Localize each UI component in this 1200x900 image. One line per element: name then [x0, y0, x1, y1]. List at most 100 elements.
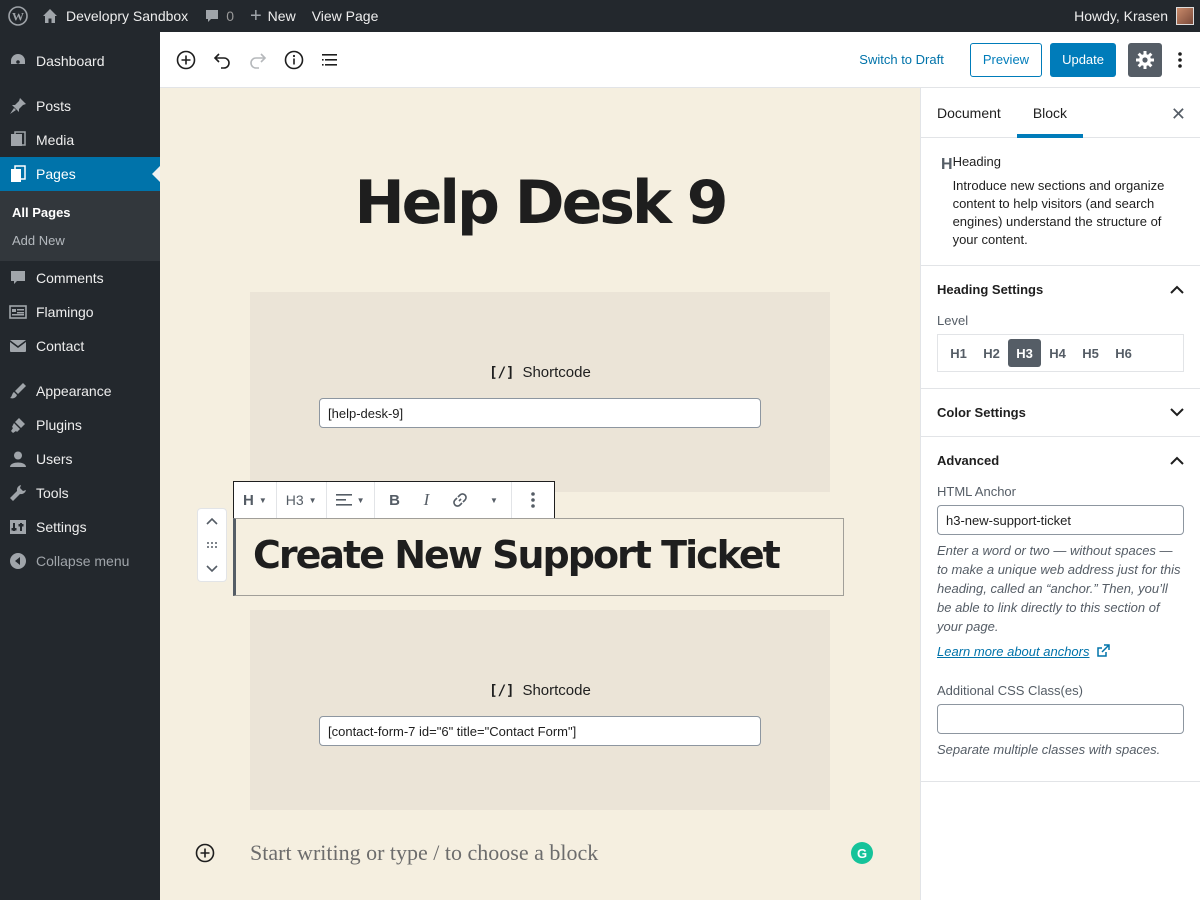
sidebar-item-posts[interactable]: Posts [0, 89, 160, 123]
html-anchor-help: Enter a word or two — without spaces — t… [937, 543, 1181, 634]
sidebar-item-label: Settings [36, 519, 87, 535]
tab-document[interactable]: Document [921, 88, 1017, 138]
level-h2-button[interactable]: H2 [975, 339, 1008, 367]
sidebar-item-users[interactable]: Users [0, 442, 160, 476]
italic-button[interactable]: I [411, 482, 443, 518]
wordpress-logo-icon[interactable]: W [2, 0, 34, 32]
more-tools-button[interactable] [1168, 43, 1192, 77]
chevron-down-icon [1170, 408, 1184, 417]
sidebar-item-comments[interactable]: Comments [0, 261, 160, 295]
block-navigation-button[interactable] [312, 42, 348, 78]
sidebar-item-label: Comments [36, 270, 104, 286]
advanced-toggle[interactable]: Advanced [921, 437, 1200, 484]
shortcode-block[interactable]: [/] Shortcode [help-desk-9] [250, 292, 830, 492]
chevron-down-icon[interactable] [206, 565, 218, 573]
comments-link[interactable]: 0 [196, 0, 242, 32]
submenu-all-pages[interactable]: All Pages [0, 198, 160, 226]
grammarly-icon[interactable]: G [851, 842, 873, 864]
inserter-button[interactable] [195, 843, 215, 863]
more-formats-button[interactable]: ▼ [477, 482, 507, 518]
color-settings-toggle[interactable]: Color Settings [921, 389, 1200, 436]
view-page-label: View Page [311, 8, 379, 24]
level-h6-button[interactable]: H6 [1107, 339, 1140, 367]
css-class-input[interactable] [937, 704, 1184, 734]
comment-icon [8, 268, 28, 288]
content-info-button[interactable] [276, 42, 312, 78]
sidebar-item-label: Pages [36, 166, 76, 182]
external-link-icon [1097, 644, 1110, 657]
sidebar-item-tools[interactable]: Tools [0, 476, 160, 510]
redo-button[interactable] [240, 42, 276, 78]
chevron-up-icon[interactable] [206, 517, 218, 525]
settings-toggle-button[interactable] [1128, 42, 1162, 77]
css-class-help: Separate multiple classes with spaces. [937, 742, 1161, 757]
update-button[interactable]: Update [1050, 42, 1116, 77]
sidebar-item-dashboard[interactable]: Dashboard [0, 44, 160, 78]
level-h5-button[interactable]: H5 [1074, 339, 1107, 367]
collapse-menu-button[interactable]: Collapse menu [0, 544, 160, 578]
panel-title: Advanced [937, 453, 1000, 468]
css-class-label: Additional CSS Class(es) [937, 683, 1083, 698]
user-icon [8, 449, 28, 469]
caret-down-icon: ▼ [490, 495, 498, 505]
bold-button[interactable]: B [379, 482, 411, 518]
drag-handle-icon[interactable] [206, 541, 218, 549]
undo-button[interactable] [204, 42, 240, 78]
add-block-button[interactable] [168, 42, 204, 78]
block-options-button[interactable] [516, 482, 550, 518]
list-view-icon [322, 53, 337, 66]
sidebar-item-appearance[interactable]: Appearance [0, 374, 160, 408]
sidebar-item-contact[interactable]: Contact [0, 329, 160, 363]
sidebar-item-settings[interactable]: Settings [0, 510, 160, 544]
shortcode-input[interactable]: [contact-form-7 id="6" title="Contact Fo… [319, 716, 761, 746]
sidebar-item-media[interactable]: Media [0, 123, 160, 157]
heading-block[interactable]: Create New Support Ticket [233, 518, 844, 596]
caret-down-icon: ▼ [308, 495, 317, 505]
post-title[interactable]: Help Desk 9 [160, 168, 920, 238]
add-circle-icon [195, 843, 215, 863]
new-content-link[interactable]: + New [242, 0, 304, 32]
shortcode-input[interactable]: [help-desk-9] [319, 398, 761, 428]
heading-settings-toggle[interactable]: Heading Settings [921, 266, 1200, 313]
learn-more-label: Learn more about anchors [937, 644, 1090, 659]
link-button[interactable] [443, 482, 477, 518]
shortcode-label: [/] Shortcode [250, 364, 830, 381]
learn-more-link[interactable]: Learn more about anchors [937, 636, 1184, 659]
site-name-link[interactable]: Developry Sandbox [34, 0, 196, 32]
align-dropdown[interactable]: ▼ [331, 482, 370, 518]
pages-submenu: All Pages Add New [0, 191, 160, 261]
submenu-add-new[interactable]: Add New [0, 226, 160, 254]
preview-button[interactable]: Preview [969, 42, 1043, 77]
block-switcher-button[interactable]: H ▼ [238, 482, 272, 518]
close-icon[interactable]: ✕ [1171, 104, 1186, 125]
sidebar-item-plugins[interactable]: Plugins [0, 408, 160, 442]
heading-icon: H [941, 156, 953, 173]
plus-icon: + [249, 5, 262, 27]
html-anchor-input[interactable]: h3-new-support-ticket [937, 505, 1184, 535]
plugin-icon [8, 415, 28, 435]
level-h1-button[interactable]: H1 [942, 339, 975, 367]
settings-icon [8, 517, 28, 537]
sidebar-item-flamingo[interactable]: Flamingo [0, 295, 160, 329]
sidebar-item-label: Contact [36, 338, 85, 354]
my-account-link[interactable]: Howdy, Krasen [1066, 0, 1200, 32]
switch-to-draft-button[interactable]: Switch to Draft [847, 52, 956, 67]
avatar [1176, 7, 1194, 25]
heading-text[interactable]: Create New Support Ticket [253, 533, 781, 577]
level-h4-button[interactable]: H4 [1041, 339, 1074, 367]
shortcode-block[interactable]: [/] Shortcode [contact-form-7 id="6" titl… [250, 610, 830, 810]
redo-icon [250, 52, 267, 69]
collapse-label: Collapse menu [36, 553, 130, 569]
sidebar-item-label: Tools [36, 485, 69, 501]
heading-level-dropdown[interactable]: H3 ▼ [281, 482, 322, 518]
settings-sidebar: Document Block ✕ H Heading Introduce new… [920, 88, 1200, 900]
view-page-link[interactable]: View Page [304, 0, 387, 32]
new-label: New [267, 8, 296, 24]
tab-block[interactable]: Block [1016, 88, 1084, 138]
heading-level-label: H3 [285, 492, 304, 508]
wrench-icon [8, 483, 28, 503]
block-card-title: Heading [952, 154, 1001, 169]
level-h3-button[interactable]: H3 [1008, 339, 1041, 367]
default-block-appender[interactable]: Start writing or type / to choose a bloc… [250, 840, 598, 866]
sidebar-item-pages[interactable]: Pages [0, 157, 160, 191]
